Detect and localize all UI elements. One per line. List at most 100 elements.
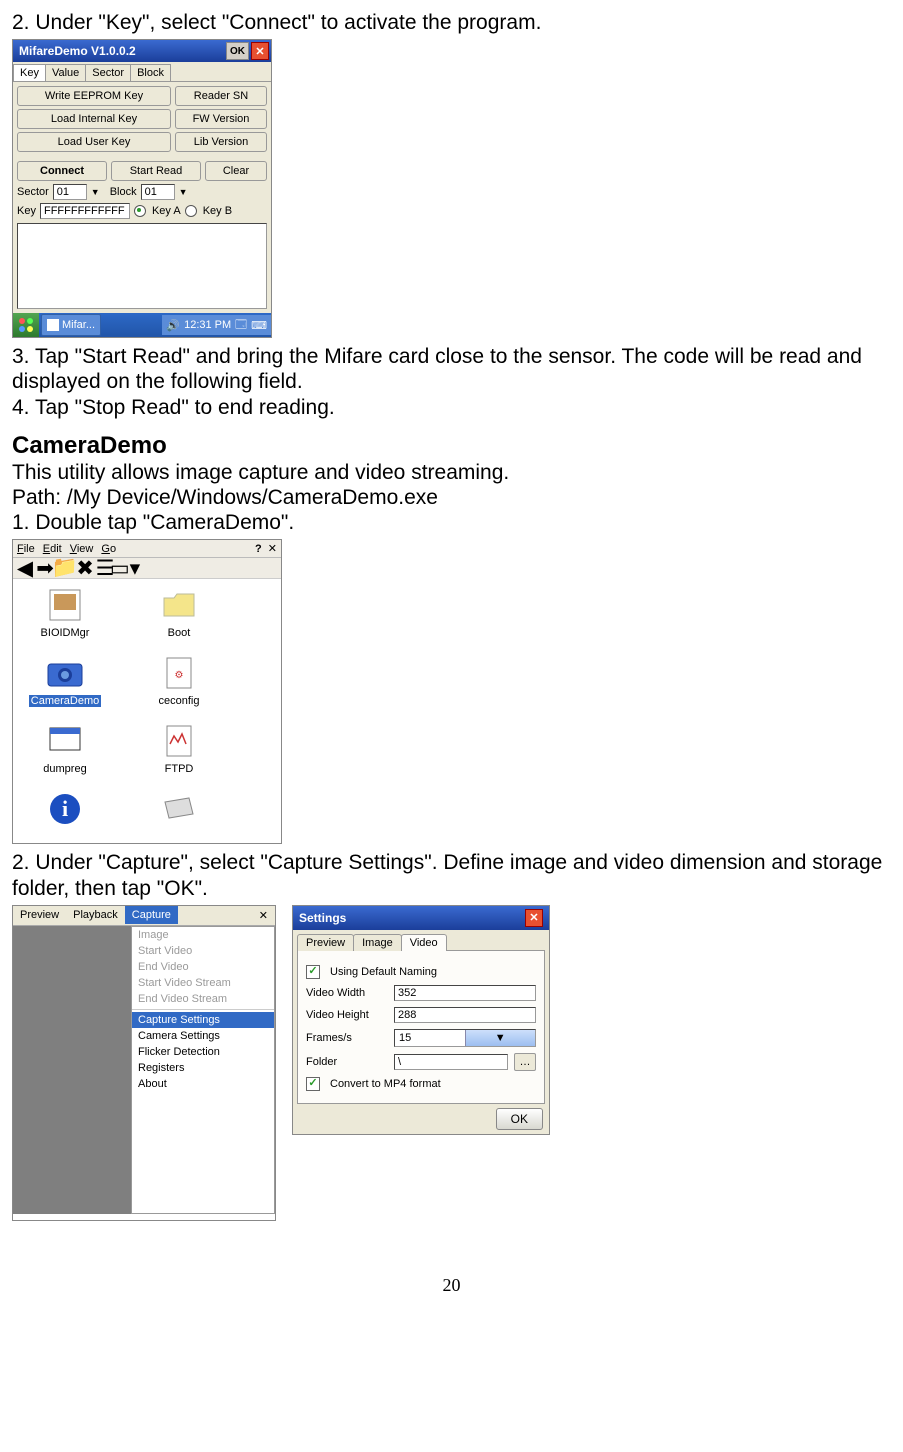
file-item[interactable]: dumpreg	[23, 721, 107, 775]
tab-preview[interactable]: Preview	[297, 934, 354, 951]
write-eeprom-key-button[interactable]: Write EEPROM Key	[17, 86, 171, 106]
settings-tabs: Preview Image Video	[297, 934, 545, 951]
key-b-label: Key B	[203, 205, 232, 217]
tab-block[interactable]: Block	[130, 64, 171, 81]
svg-text:i: i	[62, 796, 68, 821]
menu-item-start-video: Start Video	[132, 943, 274, 959]
convert-mp4-checkbox[interactable]	[306, 1077, 320, 1091]
menu-item-camera-settings[interactable]: Camera Settings	[132, 1028, 274, 1044]
sector-field[interactable]: 01	[53, 184, 87, 200]
lib-version-button[interactable]: Lib Version	[175, 132, 267, 152]
settings-titlebar: Settings ✕	[293, 906, 549, 930]
mifare-titlebar: MifareDemo V1.0.0.2 OK ✕	[13, 40, 271, 62]
file-item[interactable]	[137, 789, 221, 841]
connect-button[interactable]: Connect	[17, 161, 107, 181]
key-b-radio[interactable]	[185, 205, 197, 217]
start-button-icon[interactable]	[13, 313, 39, 337]
video-tab-panel: Using Default Naming Video Width 352 Vid…	[297, 950, 545, 1104]
close-icon[interactable]: ✕	[525, 909, 543, 927]
fw-version-button[interactable]: FW Version	[175, 109, 267, 129]
file-item[interactable]: FTPD	[137, 721, 221, 775]
camerademo-path: Path: /My Device/Windows/CameraDemo.exe	[12, 485, 891, 510]
menu-item-flicker-detection[interactable]: Flicker Detection	[132, 1044, 274, 1060]
file-item[interactable]: BIOIDMgr	[23, 585, 107, 639]
camera-preview-area	[13, 926, 131, 1214]
tray-icon[interactable]: ⌨	[251, 319, 267, 332]
mifare-panel: Write EEPROM Key Reader SN Load Internal…	[13, 82, 271, 313]
file-item[interactable]: ⚙ ceconfig	[137, 653, 221, 707]
use-default-naming-label: Using Default Naming	[330, 966, 437, 978]
tab-sector[interactable]: Sector	[85, 64, 131, 81]
taskbar-app-label: Mifar...	[62, 319, 95, 331]
dropdown-icon[interactable]: ▼	[91, 187, 100, 197]
step-4-text: 4. Tap "Stop Read" to end reading.	[12, 395, 891, 420]
close-icon[interactable]: ✕	[268, 542, 277, 555]
menu-item-end-video-stream: End Video Stream	[132, 991, 274, 1007]
tab-image[interactable]: Image	[353, 934, 402, 951]
close-icon[interactable]: ✕	[252, 906, 275, 925]
menu-item-start-video-stream: Start Video Stream	[132, 975, 274, 991]
camera-icon	[23, 653, 107, 693]
close-icon[interactable]: ✕	[251, 42, 269, 60]
menu-view[interactable]: View	[70, 543, 94, 555]
clear-button[interactable]: Clear	[205, 161, 267, 181]
tray-icon[interactable]: 🔊	[166, 319, 180, 332]
capture-dropdown-menu: Image Start Video End Video Start Video …	[131, 926, 275, 1214]
menu-edit[interactable]: Edit	[43, 543, 62, 555]
key-field[interactable]: FFFFFFFFFFFF	[40, 203, 130, 219]
camera-step-1: 1. Double tap "CameraDemo".	[12, 510, 891, 535]
menu-item-capture-settings[interactable]: Capture Settings	[132, 1012, 274, 1028]
tab-video[interactable]: Video	[401, 934, 447, 951]
titlebar-ok-button[interactable]: OK	[226, 42, 249, 60]
up-icon[interactable]: 📁	[57, 560, 73, 576]
delete-icon[interactable]: ✖	[77, 560, 93, 576]
svg-text:⚙: ⚙	[175, 670, 184, 681]
browse-button[interactable]: …	[514, 1053, 536, 1071]
folder-label: Folder	[306, 1056, 388, 1068]
file-label: dumpreg	[41, 763, 88, 775]
video-height-field[interactable]: 288	[394, 1007, 536, 1023]
file-label: BIOIDMgr	[39, 627, 92, 639]
file-item[interactable]: Boot	[137, 585, 221, 639]
file-item[interactable]: i	[23, 789, 107, 841]
tab-value[interactable]: Value	[45, 64, 86, 81]
frames-combo[interactable]: 15 ▼	[394, 1029, 536, 1047]
settings-title-label: Settings	[299, 911, 346, 925]
video-height-label: Video Height	[306, 1009, 388, 1021]
output-textarea[interactable]	[17, 223, 267, 309]
load-internal-key-button[interactable]: Load Internal Key	[17, 109, 171, 129]
forward-icon[interactable]: ➡	[37, 560, 53, 576]
view-mode-icon[interactable]: ▭▾	[117, 560, 133, 576]
key-a-radio[interactable]	[134, 205, 146, 217]
menu-capture[interactable]: Capture	[125, 906, 178, 924]
frames-label: Frames/s	[306, 1032, 388, 1044]
ok-button[interactable]: OK	[496, 1108, 543, 1130]
start-read-button[interactable]: Start Read	[111, 161, 201, 181]
reader-sn-button[interactable]: Reader SN	[175, 86, 267, 106]
menu-playback[interactable]: Playback	[66, 906, 125, 924]
use-default-naming-checkbox[interactable]	[306, 965, 320, 979]
menu-preview[interactable]: Preview	[13, 906, 66, 924]
info-icon: i	[23, 789, 107, 829]
menu-item-about[interactable]: About	[132, 1076, 274, 1092]
help-icon[interactable]: ?	[255, 543, 262, 555]
dropdown-icon[interactable]: ▼	[179, 187, 188, 197]
file-item-camerademo[interactable]: CameraDemo	[23, 653, 107, 707]
folder-field[interactable]: \	[394, 1054, 508, 1070]
dropdown-icon[interactable]: ▼	[465, 1030, 536, 1046]
menu-file[interactable]: File	[17, 543, 35, 555]
step-2-text: 2. Under "Key", select "Connect" to acti…	[12, 10, 891, 35]
video-width-field[interactable]: 352	[394, 985, 536, 1001]
page-number: 20	[12, 1275, 891, 1296]
folder-icon	[137, 585, 221, 625]
back-icon[interactable]: ◀	[17, 560, 33, 576]
load-user-key-button[interactable]: Load User Key	[17, 132, 171, 152]
taskbar-app-button[interactable]: Mifar...	[41, 314, 101, 336]
block-field[interactable]: 01	[141, 184, 175, 200]
chip-icon	[137, 789, 221, 829]
sector-label: Sector	[17, 186, 49, 198]
menu-go[interactable]: Go	[101, 543, 116, 555]
tray-icon[interactable]: 🗔	[235, 316, 247, 335]
tab-key[interactable]: Key	[13, 64, 46, 81]
menu-item-registers[interactable]: Registers	[132, 1060, 274, 1076]
